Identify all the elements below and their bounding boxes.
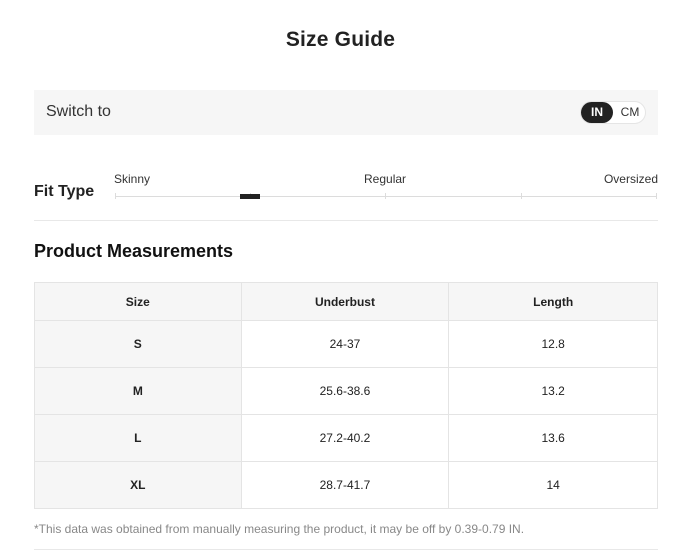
fit-option-regular: Regular (364, 172, 407, 186)
bottom-divider (34, 549, 658, 550)
table-row: S 24-37 12.8 (34, 320, 658, 368)
length-cell: 13.6 (448, 414, 658, 462)
table-row: XL 28.7-41.7 14 (34, 461, 658, 509)
switch-label: Switch to (46, 103, 111, 120)
underbust-cell: 24-37 (240, 320, 450, 368)
unit-toggle[interactable]: IN CM (580, 101, 646, 124)
fit-scale-track (115, 196, 657, 197)
unit-switch-bar: Switch to IN CM (34, 90, 658, 135)
fit-option-oversized: Oversized (603, 172, 658, 186)
table-header-row: Size Underbust Length (34, 282, 658, 321)
table-row: L 27.2-40.2 13.6 (34, 414, 658, 462)
length-cell: 13.2 (448, 367, 658, 415)
table-row: M 25.6-38.6 13.2 (34, 367, 658, 415)
size-cell: L (34, 414, 242, 462)
underbust-cell: 27.2-40.2 (240, 414, 450, 462)
underbust-cell: 25.6-38.6 (240, 367, 450, 415)
measurements-title: Product Measurements (34, 241, 234, 261)
fit-scale-marker (240, 194, 260, 199)
size-cell: M (34, 367, 242, 415)
unit-in-button[interactable]: IN (581, 102, 613, 123)
length-cell: 14 (448, 461, 658, 509)
length-cell: 12.8 (448, 320, 658, 368)
section-divider (34, 220, 658, 221)
size-cell: S (34, 320, 242, 368)
column-header-length: Length (448, 282, 658, 321)
page-title: Size Guide (285, 28, 396, 51)
fit-scale-tick (521, 193, 522, 199)
column-header-underbust: Underbust (240, 282, 450, 321)
fit-scale-tick (115, 193, 116, 199)
column-header-size: Size (34, 282, 242, 321)
fit-scale-tick (385, 193, 386, 199)
measurement-footnote: *This data was obtained from manually me… (34, 522, 525, 536)
size-cell: XL (34, 461, 242, 509)
fit-type-label: Fit Type (34, 183, 95, 200)
fit-option-skinny: Skinny (114, 172, 151, 186)
underbust-cell: 28.7-41.7 (240, 461, 450, 509)
measurements-table: Size Underbust Length S 24-37 12.8 M 25.… (34, 282, 658, 509)
unit-cm-button[interactable]: CM (615, 102, 645, 123)
fit-scale-tick (656, 193, 657, 199)
